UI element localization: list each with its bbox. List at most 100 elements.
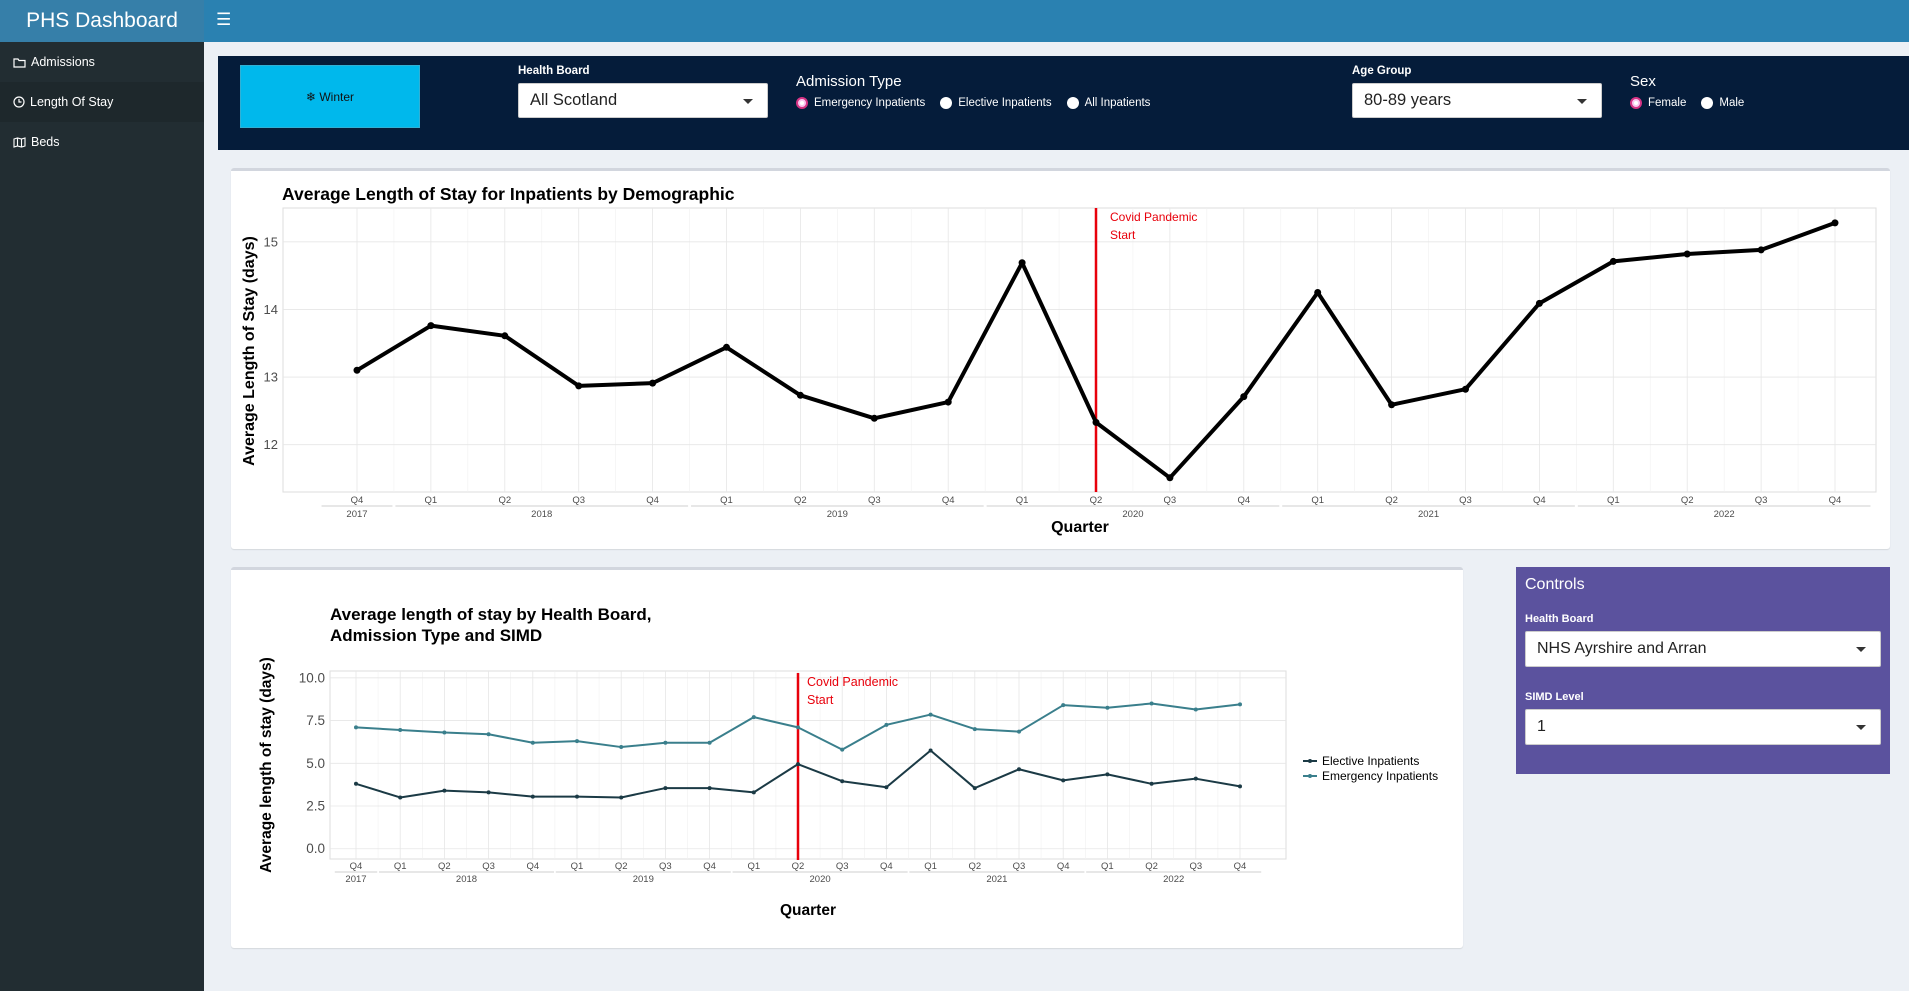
radio-selected-icon: [796, 97, 808, 109]
data-point: [796, 391, 804, 399]
data-point: [1166, 474, 1174, 482]
plot-area: [282, 207, 1877, 493]
x-tick-label: Q4: [526, 861, 539, 872]
covid-annotation: Start: [1110, 228, 1136, 242]
data-point: [663, 786, 668, 791]
data-point: [1105, 705, 1110, 710]
sidebar-item-admissions[interactable]: Admissions: [0, 42, 204, 82]
year-label: 2018: [456, 874, 477, 885]
y-tick-label: 2.5: [306, 799, 325, 814]
legend-swatch-point: [1308, 774, 1312, 778]
legend-swatch-point: [1308, 759, 1312, 763]
x-tick-label: Q1: [720, 495, 733, 506]
data-point: [796, 725, 800, 730]
radio-icon: [940, 97, 953, 109]
sidebar-item-beds[interactable]: Beds: [0, 122, 204, 162]
y-tick-label: 5.0: [306, 756, 325, 771]
controls-health-board-select[interactable]: NHS Ayrshire and Arran: [1525, 631, 1881, 667]
data-point: [1092, 418, 1100, 426]
data-point: [944, 398, 952, 406]
data-point: [1240, 393, 1248, 401]
data-point: [575, 382, 583, 390]
age-group-select[interactable]: 80-89 years: [1352, 83, 1602, 118]
x-tick-label: Q2: [615, 861, 628, 872]
radio-label: Male: [1719, 97, 1745, 109]
data-point: [398, 795, 403, 800]
x-tick-label: Q4: [1234, 861, 1247, 872]
x-tick-label: Q2: [1385, 495, 1398, 506]
admission-type-filter: Admission Type Emergency Inpatients Elec…: [796, 65, 1165, 109]
x-tick-label: Q1: [747, 861, 760, 872]
health-board-chart: 0.0 2.5 5.0 7.5 10.0 Covid Pandemic Start Q4 Q1 Q…: [258, 657, 1438, 919]
sidebar-item-length-of-stay[interactable]: Length Of Stay: [0, 82, 204, 122]
x-tick-label: Q1: [924, 861, 937, 872]
data-point: [1683, 250, 1691, 258]
year-label: 2020: [1122, 509, 1143, 520]
data-point: [1061, 778, 1066, 783]
controls-title: Controls: [1525, 576, 1585, 593]
controls-health-board-value: NHS Ayrshire and Arran: [1537, 640, 1707, 657]
clock-icon: [13, 96, 25, 108]
data-point: [972, 786, 977, 791]
radio-female[interactable]: Female: [1630, 97, 1686, 109]
x-tick-label: Q2: [438, 861, 451, 872]
sidebar-item-label: Beds: [31, 135, 60, 149]
x-axis-title: Quarter: [780, 902, 836, 919]
data-point: [1193, 707, 1198, 712]
data-point: [1388, 401, 1396, 409]
y-tick-label: 7.5: [306, 713, 325, 728]
data-point: [1462, 385, 1469, 393]
controls-simd-label: SIMD Level: [1525, 691, 1584, 703]
x-tick-label: Q3: [572, 495, 585, 506]
radio-elective-inpatients[interactable]: Elective Inpatients: [940, 97, 1052, 109]
y-tick-label: 0.0: [306, 841, 325, 856]
folder-icon: [13, 57, 26, 68]
radio-all-inpatients[interactable]: All Inpatients: [1066, 97, 1150, 109]
data-point: [723, 343, 730, 351]
hamburger-menu-icon[interactable]: ☰: [216, 9, 238, 31]
year-label: 2017: [345, 874, 366, 885]
x-tick-label: Q2: [1145, 861, 1158, 872]
x-tick-label: Q2: [498, 495, 511, 506]
winter-button[interactable]: ❄ Winter: [240, 65, 420, 128]
data-point: [840, 779, 845, 784]
data-point: [575, 739, 579, 744]
data-point: [928, 748, 933, 753]
x-tick-label: Q3: [1755, 495, 1768, 506]
radio-emergency-inpatients[interactable]: Emergency Inpatients: [796, 97, 925, 109]
age-group-value: 80-89 years: [1364, 91, 1452, 109]
controls-health-board: Health Board NHS Ayrshire and Arran: [1525, 613, 1881, 667]
radio-label: Female: [1648, 97, 1687, 109]
x-tick-label: Q4: [350, 861, 363, 872]
x-tick-label: Q4: [646, 495, 659, 506]
radio-male[interactable]: Male: [1701, 97, 1744, 109]
x-tick-label: Q3: [1013, 861, 1026, 872]
data-point: [398, 727, 403, 732]
length-of-stay-chart: 12 13 14 15 Covid Pandemic Start Q4 Q1 Q2 Q3 Q4 Q1 Q…: [241, 207, 1877, 536]
data-point: [884, 785, 889, 790]
radio-icon: [1066, 97, 1079, 109]
top-chart-panel: Average Length of Stay for Inpatients by…: [231, 168, 1890, 549]
health-board-select[interactable]: All Scotland: [518, 83, 768, 118]
data-point: [1105, 772, 1110, 777]
year-label: 2021: [986, 874, 1007, 885]
data-point: [619, 745, 624, 750]
data-point: [486, 732, 491, 737]
age-group-filter: Age Group 80-89 years: [1352, 65, 1602, 118]
y-tick-label: 13: [264, 370, 278, 385]
data-point: [663, 740, 668, 745]
y-tick-label: 12: [264, 437, 278, 452]
year-label: 2022: [1163, 874, 1184, 885]
covid-annotation: Covid Pandemic: [1110, 210, 1197, 224]
bottom-chart-panel: Average length of stay by Health Board, …: [231, 567, 1463, 948]
x-tick-label: Q3: [1164, 495, 1177, 506]
y-tick-label: 10.0: [299, 670, 325, 685]
health-board-filter: Health Board All Scotland: [518, 65, 768, 118]
controls-simd-select[interactable]: 1: [1525, 709, 1881, 745]
data-point: [1017, 767, 1021, 772]
year-label: 2020: [810, 874, 831, 885]
data-point: [530, 794, 535, 799]
covid-annotation: Start: [807, 693, 834, 707]
radio-icon: [1701, 97, 1714, 109]
sidebar-item-label: Admissions: [31, 55, 95, 69]
